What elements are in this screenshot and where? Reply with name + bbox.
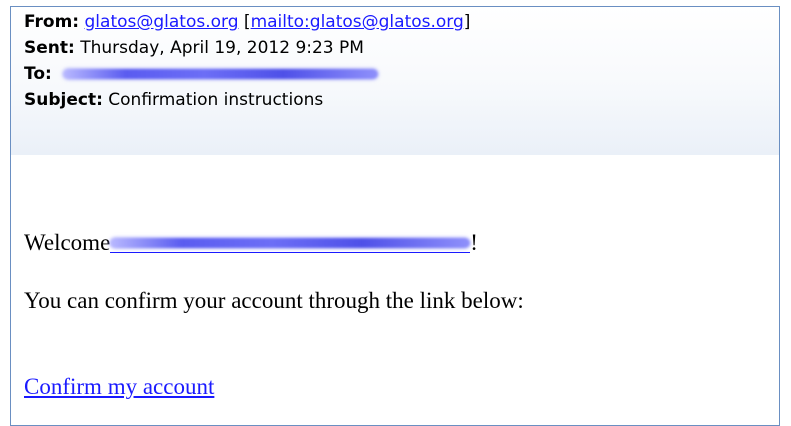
welcome-text: Welcome <box>24 230 111 255</box>
from-label: From: <box>24 12 80 32</box>
welcome-exclamation: ! <box>470 230 478 255</box>
mailto-bracket-close: ] <box>463 12 471 32</box>
from-line: From: glatos@glatos.org [mailto:glatos@g… <box>24 12 470 33</box>
redacted-username <box>110 231 471 255</box>
from-email-link[interactable]: glatos@glatos.org <box>85 12 239 32</box>
email-header: From: glatos@glatos.org [mailto:glatos@g… <box>11 7 779 155</box>
sent-label: Sent: <box>24 38 75 58</box>
mailto-link[interactable]: mailto:glatos@glatos.org <box>251 12 464 32</box>
sent-value: Thursday, April 19, 2012 9:23 PM <box>80 38 364 58</box>
subject-line: Subject: Confirmation instructions <box>24 90 323 111</box>
to-line: To: <box>24 64 379 85</box>
confirm-line: Confirm my account <box>24 373 214 401</box>
mailto-bracket-open: [ <box>243 12 251 32</box>
username-underline <box>110 252 471 253</box>
redacted-recipient <box>63 69 379 79</box>
redaction-mark <box>110 238 471 248</box>
subject-value: Confirmation instructions <box>108 90 324 110</box>
confirm-account-link[interactable]: Confirm my account <box>24 374 214 399</box>
welcome-line: Welcome! <box>24 229 478 257</box>
to-label: To: <box>24 64 52 84</box>
instruction-line: You can confirm your account through the… <box>24 288 524 313</box>
subject-label: Subject: <box>24 90 103 110</box>
email-frame: From: glatos@glatos.org [mailto:glatos@g… <box>10 6 780 426</box>
sent-line: Sent: Thursday, April 19, 2012 9:23 PM <box>24 38 364 59</box>
